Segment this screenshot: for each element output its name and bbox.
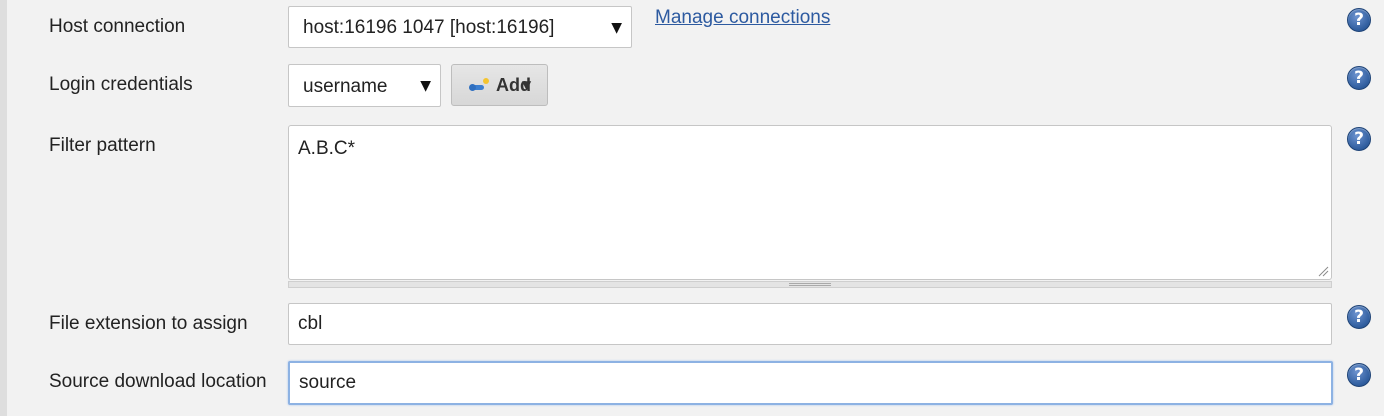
host-connection-value: host:16196 1047 [host:16196] [303, 17, 555, 38]
key-icon [469, 78, 489, 91]
resize-grip-icon[interactable] [1317, 265, 1329, 277]
filter-pattern-value: A.B.C* [298, 138, 356, 159]
chevron-down-icon: ▼ [611, 20, 622, 36]
manage-connections-link[interactable]: Manage connections [655, 7, 830, 29]
help-icon[interactable]: ? [1347, 305, 1371, 329]
login-credentials-label: Login credentials [49, 74, 193, 95]
source-location-value: source [299, 372, 357, 393]
host-connection-label: Host connection [49, 16, 186, 37]
grip-icon [789, 283, 831, 286]
filter-pattern-label: Filter pattern [49, 135, 156, 156]
file-extension-input[interactable]: cbl [288, 303, 1332, 345]
help-icon[interactable]: ? [1347, 363, 1371, 387]
help-icon[interactable]: ? [1347, 127, 1371, 151]
login-credentials-value: username [303, 76, 388, 97]
chevron-down-icon: ▼ [420, 78, 431, 94]
left-border [0, 0, 7, 416]
source-location-input[interactable]: source [288, 361, 1333, 405]
help-icon[interactable]: ? [1347, 8, 1371, 32]
source-location-label: Source download location [49, 371, 267, 392]
filter-pattern-textarea[interactable]: A.B.C* [288, 125, 1332, 280]
file-extension-label: File extension to assign [49, 313, 248, 334]
file-extension-value: cbl [298, 313, 323, 334]
help-icon[interactable]: ? [1347, 66, 1371, 90]
host-connection-select[interactable]: host:16196 1047 [host:16196] ▼ [288, 6, 632, 48]
textarea-resize-handle[interactable] [288, 281, 1332, 288]
add-credentials-button[interactable]: Add ▼ [451, 64, 548, 106]
login-credentials-select[interactable]: username ▼ [288, 64, 441, 107]
chevron-down-icon: ▼ [522, 78, 532, 92]
